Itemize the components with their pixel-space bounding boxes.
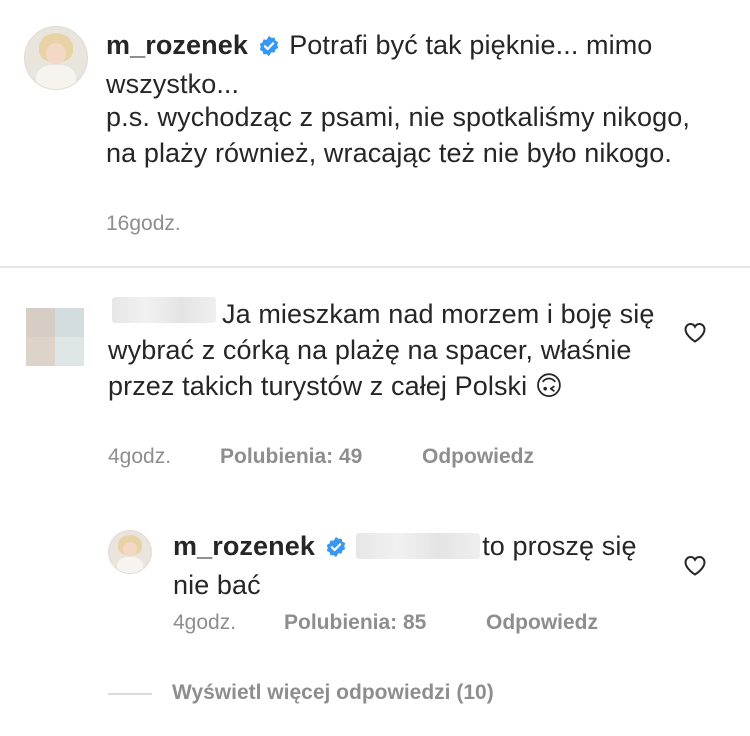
view-more-line xyxy=(108,693,152,695)
comment-text: Ja mieszkam nad morzem i boję się wybrać… xyxy=(108,299,655,401)
reply-reply-button[interactable]: Odpowiedz xyxy=(486,611,598,635)
comment-reply-button[interactable]: Odpowiedz xyxy=(422,445,534,469)
caption-body: m_rozenek Potrafi być tak pięknie... mim… xyxy=(106,27,721,102)
reply-likes-link[interactable]: Polubienia: 85 xyxy=(284,611,486,635)
caption-username[interactable]: m_rozenek xyxy=(106,30,248,60)
reply-username[interactable]: m_rozenek xyxy=(173,531,315,561)
reply-time: 4godz. xyxy=(173,611,237,634)
caption-time: 16godz. xyxy=(106,212,181,235)
comment-likes-link[interactable]: Polubienia: 49 xyxy=(220,445,422,469)
view-more-replies-button[interactable]: Wyświetl więcej odpowiedzi (10) xyxy=(172,681,494,705)
verified-badge-icon xyxy=(258,30,280,66)
reply-header: m_rozenek to proszę się nie bać xyxy=(173,528,673,603)
caption-text-2: p.s. wychodząc z psami, nie spotkaliśmy … xyxy=(106,102,690,168)
comment-like-heart-icon[interactable] xyxy=(683,321,707,343)
reply-like-heart-icon[interactable] xyxy=(683,554,707,576)
verified-badge-icon xyxy=(325,531,347,567)
reply-mention-blurred[interactable] xyxy=(356,533,481,559)
upside-down-face-emoji: 🙃 xyxy=(534,371,564,401)
comment-meta: 4godz. Polubienia: 49 Odpowiedz xyxy=(108,445,534,469)
reply-avatar[interactable] xyxy=(108,530,152,574)
comment-body: Ja mieszkam nad morzem i boję się wybrać… xyxy=(108,296,668,404)
reply-meta: 4godz. Polubienia: 85 Odpowiedz xyxy=(173,611,598,635)
divider xyxy=(0,266,750,268)
caption-avatar[interactable] xyxy=(24,26,88,90)
comment-avatar[interactable] xyxy=(26,308,84,366)
caption-meta: 16godz. xyxy=(106,212,181,236)
comment-time: 4godz. xyxy=(108,445,172,468)
